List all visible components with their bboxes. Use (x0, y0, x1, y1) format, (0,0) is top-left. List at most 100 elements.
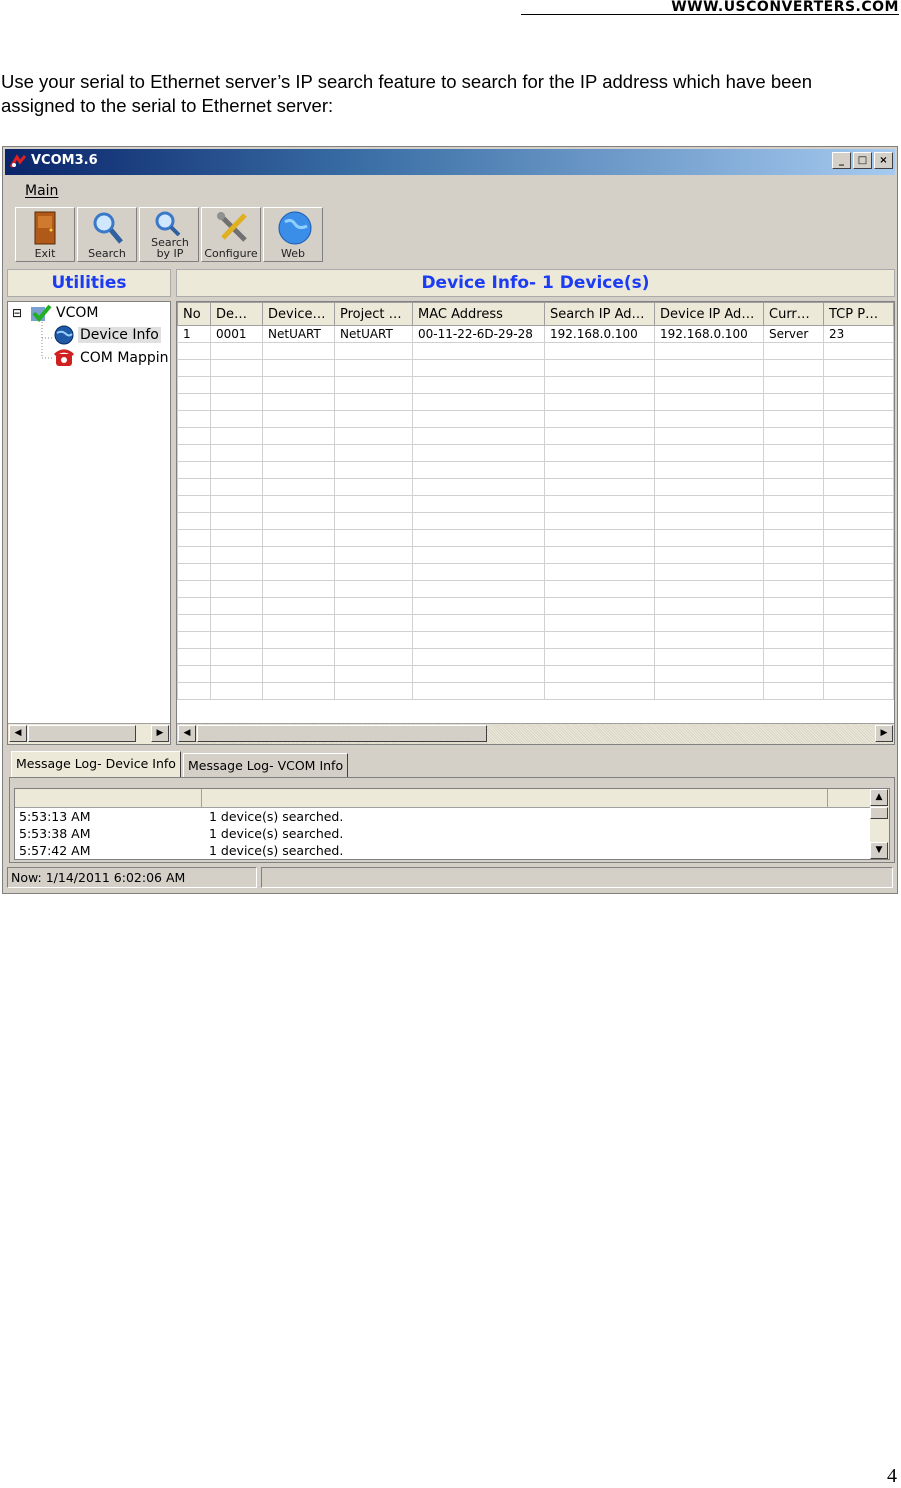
scroll-left-arrow-icon[interactable]: ◀ (9, 725, 27, 742)
search-button[interactable]: Search (77, 207, 137, 262)
empty-cell (823, 342, 894, 360)
maximize-button[interactable]: □ (853, 152, 872, 169)
table-row-empty (177, 359, 894, 377)
list-item[interactable]: 5:53:38 AM 1 device(s) searched. (15, 825, 889, 842)
col-search-ip[interactable]: Search IP Ad… (544, 302, 655, 326)
configure-button[interactable]: Configure (201, 207, 261, 262)
search-by-ip-button[interactable]: Search by IP (139, 207, 199, 262)
grid-horizontal-scrollbar[interactable]: ◀ ▶ (177, 723, 894, 744)
tab-message-log-vcom-info[interactable]: Message Log- VCOM Info (183, 753, 349, 777)
exit-button[interactable]: Exit (15, 207, 75, 262)
empty-cell (262, 342, 335, 360)
empty-cell (334, 563, 413, 581)
empty-cell (763, 631, 824, 649)
tree-item-device-info[interactable]: Device Info (78, 327, 161, 343)
table-row-empty (177, 614, 894, 632)
empty-cell (210, 665, 263, 683)
empty-cell (334, 648, 413, 666)
col-current[interactable]: Curr… (763, 302, 824, 326)
empty-cell (654, 648, 764, 666)
tools-icon (217, 212, 247, 242)
empty-cell (412, 376, 545, 394)
utilities-panel: Utilities ⊟ VCOM Device Info COM Mappin … (7, 269, 171, 745)
empty-cell (262, 495, 335, 513)
empty-cell (334, 478, 413, 496)
log-vertical-scrollbar[interactable]: ▲ ▼ (870, 789, 889, 859)
message-log-area: Message Log- Device Info Message Log- VC… (7, 751, 895, 863)
empty-cell (654, 393, 764, 411)
grid-scroll-thumb[interactable] (197, 725, 487, 742)
empty-cell (210, 359, 263, 377)
col-project[interactable]: Project … (334, 302, 413, 326)
table-row-empty (177, 495, 894, 513)
scroll-down-arrow-icon[interactable]: ▼ (870, 842, 888, 859)
empty-cell (823, 631, 894, 649)
tree-horizontal-scrollbar[interactable]: ◀ ▶ (8, 723, 170, 744)
col-device-ip[interactable]: Device IP Ad… (654, 302, 764, 326)
empty-cell (334, 597, 413, 615)
col-mac-address[interactable]: MAC Address (412, 302, 545, 326)
empty-cell (177, 410, 211, 428)
col-device-no[interactable]: De… (210, 302, 263, 326)
col-device-name[interactable]: Device… (262, 302, 335, 326)
tree-collapse-toggle[interactable]: ⊟ (12, 306, 22, 320)
tree-item-com-mapping[interactable]: COM Mappin (80, 350, 169, 366)
empty-cell (334, 342, 413, 360)
empty-cell (210, 376, 263, 394)
grid-scroll-right-arrow-icon[interactable]: ▶ (875, 725, 893, 742)
empty-cell (412, 478, 545, 496)
table-row-empty (177, 393, 894, 411)
web-button[interactable]: Web (263, 207, 323, 262)
empty-cell (763, 342, 824, 360)
log-scroll-thumb[interactable] (870, 807, 888, 819)
close-button[interactable]: × (874, 152, 893, 169)
empty-cell (262, 546, 335, 564)
col-tcp-port[interactable]: TCP P… (823, 302, 894, 326)
empty-cell (544, 512, 655, 530)
empty-cell (334, 529, 413, 547)
globe-icon (54, 325, 74, 349)
empty-cell (763, 393, 824, 411)
empty-cell (262, 427, 335, 445)
empty-cell (544, 461, 655, 479)
empty-cell (823, 410, 894, 428)
scroll-right-arrow-icon[interactable]: ▶ (151, 725, 169, 742)
empty-cell (210, 546, 263, 564)
empty-cell (654, 580, 764, 598)
empty-cell (177, 648, 211, 666)
col-no[interactable]: No (177, 302, 211, 326)
empty-cell (763, 563, 824, 581)
minimize-button[interactable]: _ (832, 152, 851, 169)
log-list-header (15, 789, 889, 808)
empty-cell (763, 580, 824, 598)
log-message: 1 device(s) searched. (209, 826, 344, 841)
title-bar[interactable]: VCOM3.6 _ □ × (5, 149, 895, 175)
utilities-tree: ⊟ VCOM Device Info COM Mappin ◀ ▶ (7, 301, 171, 745)
grid-scroll-left-arrow-icon[interactable]: ◀ (178, 725, 196, 742)
empty-cell (654, 682, 764, 700)
list-item[interactable]: 5:53:13 AM 1 device(s) searched. (15, 808, 889, 825)
empty-cell (823, 444, 894, 462)
tab-message-log-device-info[interactable]: Message Log- Device Info (11, 751, 181, 777)
empty-cell (544, 546, 655, 564)
empty-cell (177, 580, 211, 598)
empty-cell (823, 359, 894, 377)
menu-main[interactable]: Main (25, 183, 58, 199)
empty-cell (654, 546, 764, 564)
empty-cell (412, 682, 545, 700)
menu-bar: Main (5, 177, 895, 203)
empty-cell (654, 512, 764, 530)
tree-scroll-thumb[interactable] (28, 725, 136, 742)
table-row-empty (177, 342, 894, 360)
empty-cell (823, 495, 894, 513)
list-item[interactable]: 5:57:42 AM 1 device(s) searched. (15, 842, 889, 859)
empty-cell (262, 648, 335, 666)
phone-icon (54, 349, 74, 371)
vcom-app-icon (9, 153, 27, 171)
table-row[interactable]: 1 0001 NetUART NetUART 00-11-22-6D-29-28… (177, 325, 894, 343)
tree-item-vcom[interactable]: VCOM (56, 305, 98, 321)
table-row-empty (177, 580, 894, 598)
scroll-up-arrow-icon[interactable]: ▲ (870, 789, 888, 806)
empty-cell (544, 648, 655, 666)
empty-cell (763, 648, 824, 666)
